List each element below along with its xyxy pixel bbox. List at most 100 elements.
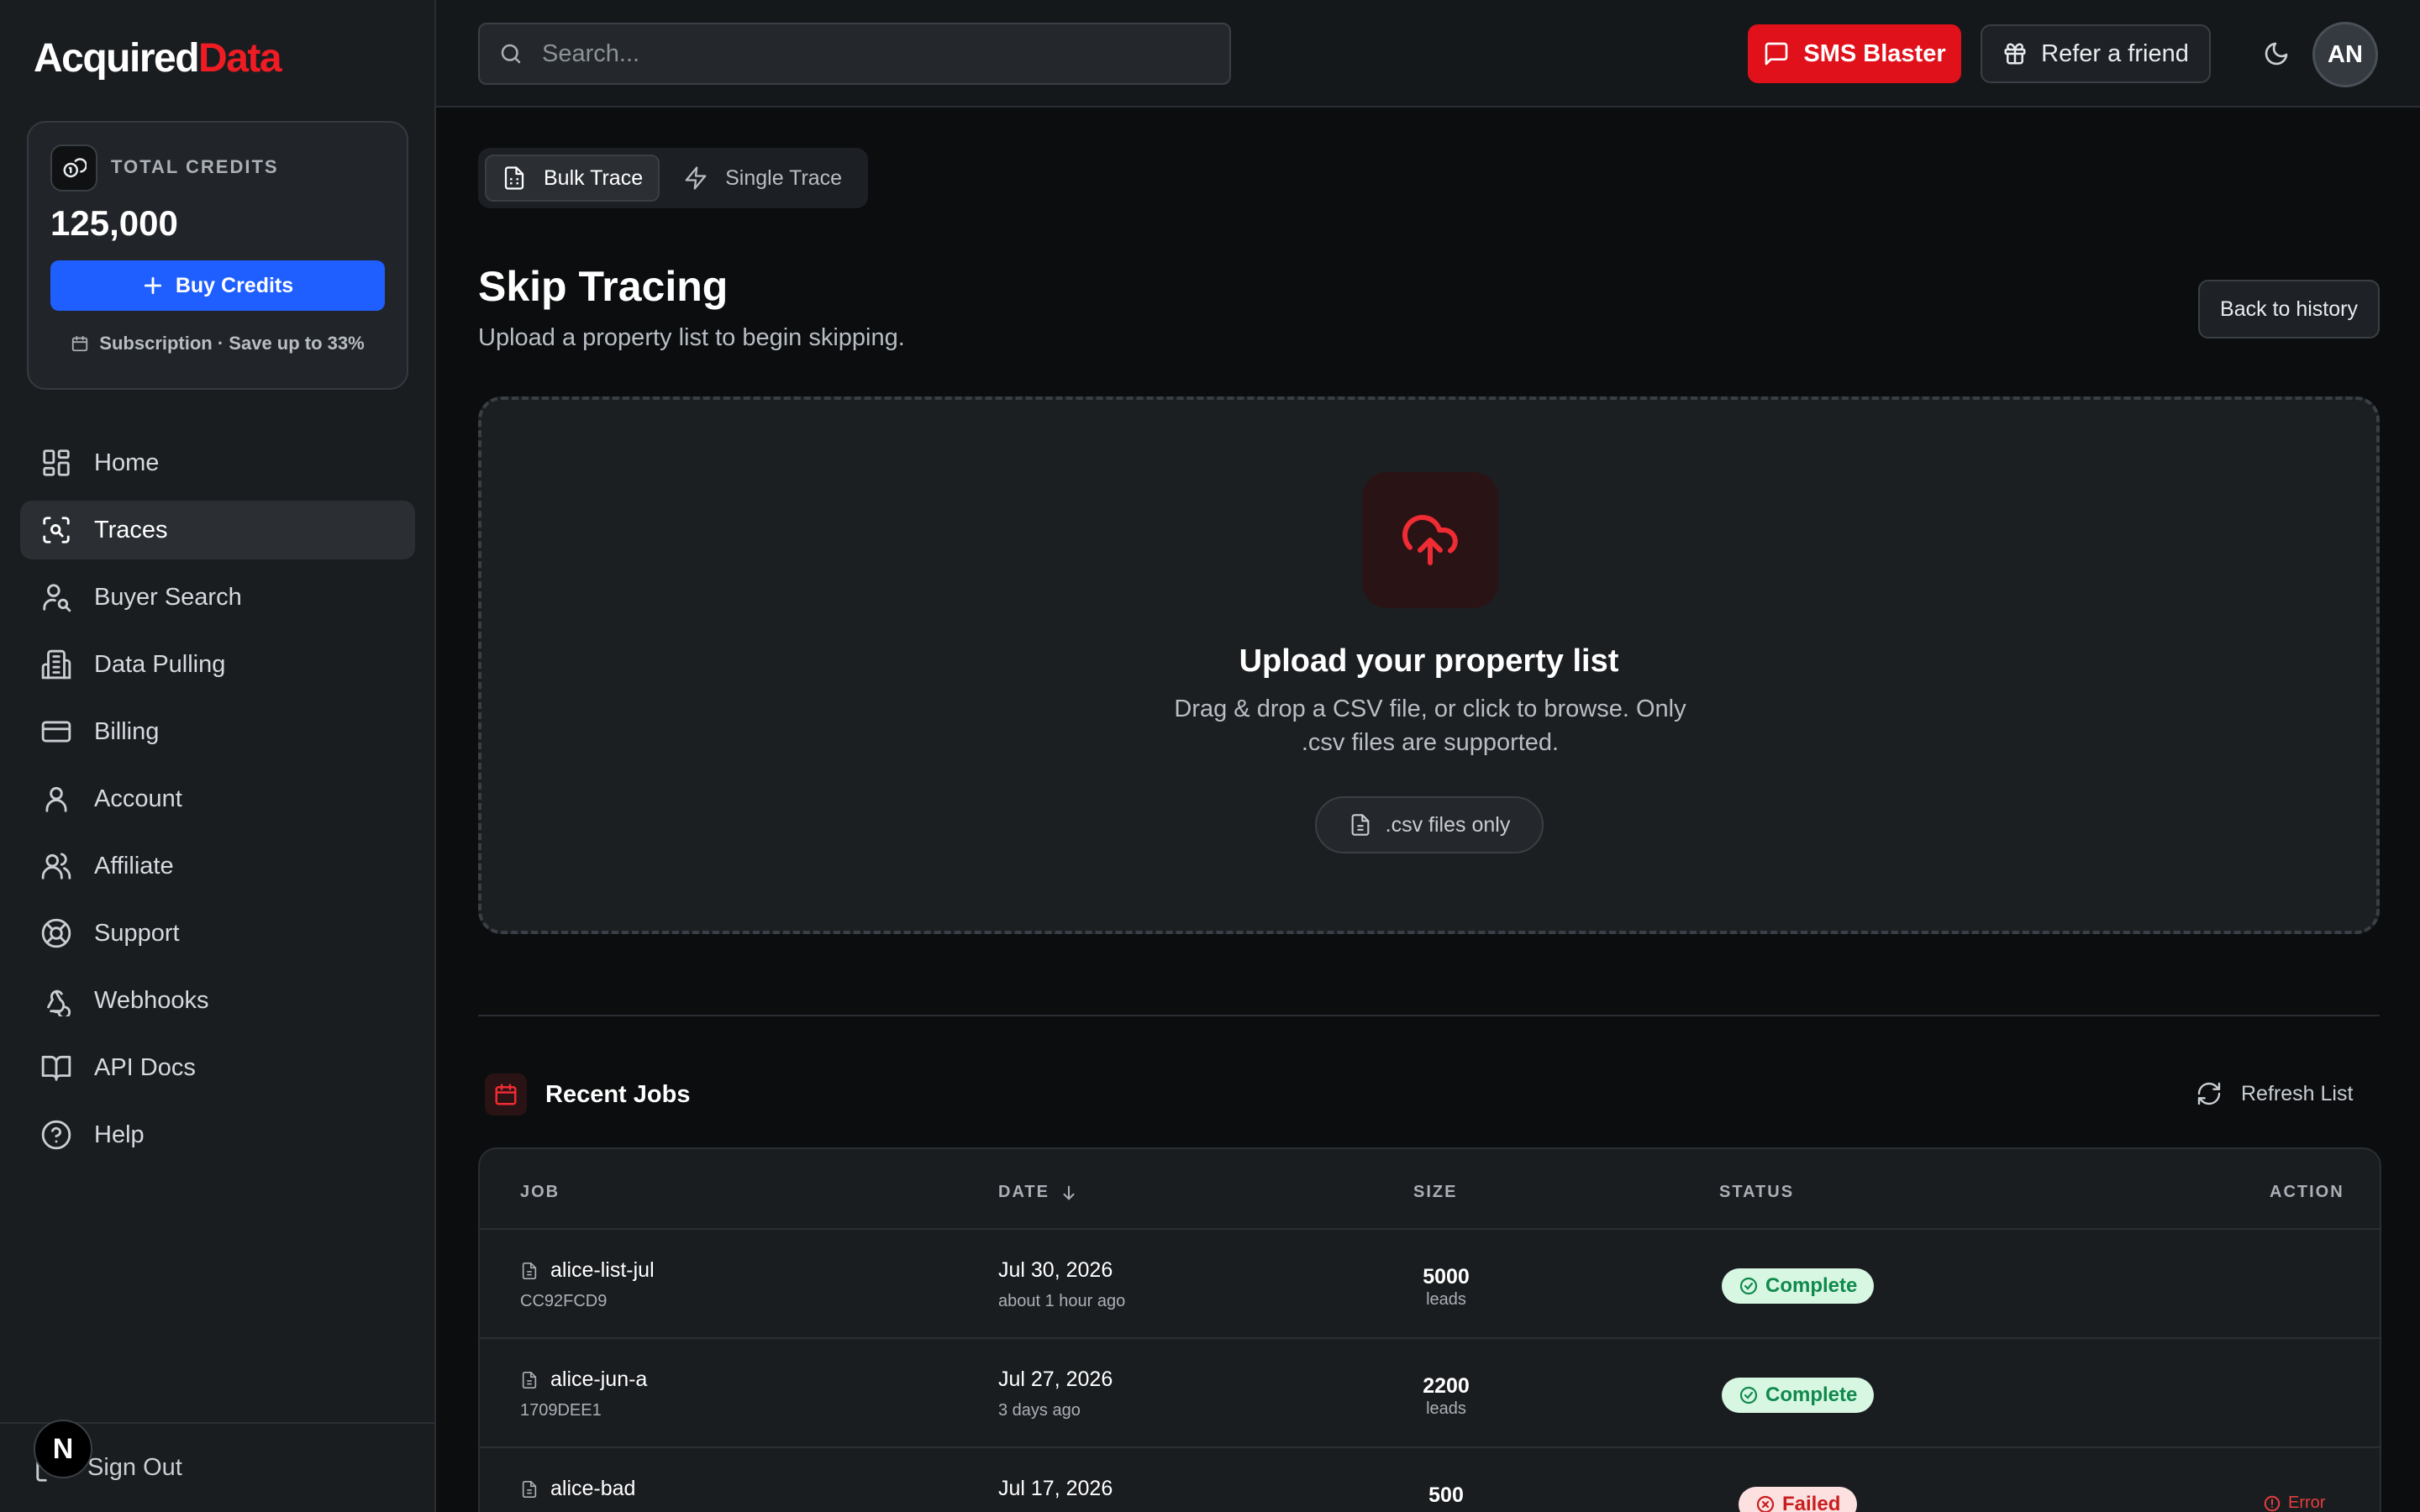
refresh-icon	[2197, 1082, 2221, 1105]
book-icon	[41, 1055, 71, 1081]
zap-icon	[685, 166, 707, 190]
plus-icon	[144, 276, 161, 295]
sidebar-item-api-docs[interactable]: API Docs	[20, 1038, 415, 1097]
job-size: 500	[1428, 1483, 1464, 1507]
page-subtitle: Upload a property list to begin skipping…	[478, 324, 905, 351]
job-name[interactable]: alice-jun-a	[520, 1368, 647, 1392]
tab-bulk-trace[interactable]: Bulk Trace	[485, 155, 660, 202]
column-action: ACTION	[2270, 1183, 2344, 1201]
job-size: 2200	[1423, 1374, 1470, 1398]
buy-credits-button[interactable]: Buy Credits	[50, 260, 385, 311]
calendar-icon	[72, 335, 88, 352]
trace-tabs: Bulk Trace Single Trace	[478, 148, 868, 208]
upload-description: Drag & drop a CSV file, or click to brow…	[1174, 696, 1686, 756]
table-row[interactable]: alice-list-jul CC92FCD9 Jul 30, 2026 abo…	[480, 1230, 2380, 1339]
column-date[interactable]: DATE	[998, 1183, 1078, 1202]
check-circle-icon	[1739, 1277, 1758, 1295]
user-icon	[45, 786, 67, 812]
sidebar-item-data-pulling[interactable]: Data Pulling	[20, 635, 415, 694]
column-size[interactable]: SIZE	[1413, 1183, 1457, 1202]
sms-blaster-button[interactable]: SMS Blaster	[1748, 24, 1961, 83]
recent-jobs-table: JOB DATE SIZE STATUS ACTION alice-list-j…	[478, 1147, 2381, 1512]
x-circle-icon	[1756, 1495, 1775, 1512]
file-icon	[522, 1262, 537, 1279]
avatar[interactable]: AN	[2312, 22, 2378, 87]
error-action-link[interactable]: Error	[2263, 1494, 2325, 1512]
sidebar-item-traces[interactable]: Traces	[20, 501, 415, 559]
help-circle-icon	[41, 1120, 71, 1150]
users-icon	[41, 853, 71, 879]
sidebar-nav: Home Traces Buyer Search Data Pulling Bi…	[20, 433, 415, 1173]
refresh-list-button[interactable]: Refresh List	[2196, 1080, 2353, 1107]
topbar: SMS Blaster Refer a friend AN	[436, 0, 2420, 108]
search-box[interactable]	[478, 23, 1231, 85]
subscription-link[interactable]: Subscription · Save up to 33%	[29, 333, 407, 354]
gift-icon	[2004, 43, 2026, 65]
sidebar-item-buyer-search[interactable]: Buyer Search	[20, 568, 415, 627]
status-badge: Failed	[1739, 1487, 1858, 1512]
search-icon	[501, 44, 521, 64]
lifebuoy-icon	[41, 918, 71, 948]
back-to-history-button[interactable]: Back to history	[2198, 280, 2380, 339]
upload-title: Upload your property list	[1239, 643, 1619, 679]
status-badge: Complete	[1722, 1268, 1875, 1304]
credits-label: TOTAL CREDITS	[111, 156, 279, 177]
coins-icon	[50, 144, 97, 192]
sidebar-item-billing[interactable]: Billing	[20, 702, 415, 761]
file-icon	[1351, 814, 1370, 836]
job-date: Jul 30, 2026	[998, 1258, 1113, 1282]
file-spreadsheet-icon	[504, 166, 524, 190]
job-relative-date: about 1 hour ago	[998, 1292, 1126, 1310]
file-icon	[522, 1371, 537, 1389]
moon-icon	[2265, 42, 2288, 66]
sidebar: AcquiredData TOTAL CREDITS 125,000 Buy C…	[0, 0, 436, 1512]
recent-jobs-header: Recent Jobs	[485, 1074, 690, 1116]
search-input[interactable]	[542, 39, 1197, 68]
sidebar-item-webhooks[interactable]: Webhooks	[20, 971, 415, 1030]
job-name[interactable]: alice-list-jul	[520, 1258, 655, 1283]
refer-friend-button[interactable]: Refer a friend	[1981, 24, 2211, 83]
job-name[interactable]: alice-bad	[520, 1477, 635, 1501]
job-relative-date: 3 days ago	[998, 1401, 1081, 1420]
theme-toggle-button[interactable]	[2258, 35, 2295, 72]
file-icon	[522, 1480, 537, 1498]
credits-card: TOTAL CREDITS 125,000 Buy Credits Subscr…	[27, 121, 408, 390]
status-badge: Complete	[1722, 1378, 1875, 1413]
tab-single-trace[interactable]: Single Trace	[668, 155, 857, 202]
sidebar-item-account[interactable]: Account	[20, 769, 415, 828]
table-row[interactable]: alice-bad Jul 17, 2026 500 Failed Error	[480, 1448, 2380, 1512]
job-size: 5000	[1423, 1265, 1470, 1289]
upload-cloud-icon	[1362, 472, 1498, 608]
job-size-unit: leads	[1426, 1399, 1466, 1418]
credits-value: 125,000	[50, 203, 178, 243]
job-id: 1709DEE1	[520, 1401, 602, 1420]
grid-icon	[43, 449, 70, 476]
dev-tools-badge[interactable]: N	[34, 1420, 92, 1478]
sidebar-item-help[interactable]: Help	[20, 1105, 415, 1164]
column-status[interactable]: STATUS	[1719, 1183, 1794, 1202]
calendar-icon	[485, 1074, 527, 1116]
credit-card-icon	[41, 721, 71, 743]
scan-icon	[43, 517, 70, 543]
page-title: Skip Tracing	[478, 263, 729, 310]
job-size-unit: leads	[1426, 1290, 1466, 1309]
sidebar-item-support[interactable]: Support	[20, 904, 415, 963]
job-date: Jul 27, 2026	[998, 1368, 1113, 1391]
sidebar-item-home[interactable]: Home	[20, 433, 415, 492]
message-square-icon	[1765, 42, 1788, 66]
check-circle-icon	[1739, 1386, 1758, 1404]
section-divider	[478, 1015, 2380, 1016]
sidebar-item-affiliate[interactable]: Affiliate	[20, 837, 415, 895]
recent-jobs-title: Recent Jobs	[545, 1080, 691, 1108]
alert-circle-icon	[2264, 1495, 2281, 1511]
brand-logo[interactable]: AcquiredData	[34, 35, 282, 81]
job-id: CC92FCD9	[520, 1292, 608, 1310]
upload-dropzone[interactable]: Upload your property list Drag & drop a …	[478, 396, 2380, 934]
job-date: Jul 17, 2026	[998, 1477, 1113, 1500]
column-job[interactable]: JOB	[520, 1183, 560, 1202]
table-row[interactable]: alice-jun-a 1709DEE1 Jul 27, 2026 3 days…	[480, 1339, 2380, 1448]
csv-only-badge: .csv files only	[1315, 796, 1544, 853]
main-content: Bulk Trace Single Trace Skip Tracing Upl…	[436, 109, 2420, 1512]
user-search-icon	[43, 584, 71, 612]
arrow-down-icon	[1063, 1185, 1075, 1200]
